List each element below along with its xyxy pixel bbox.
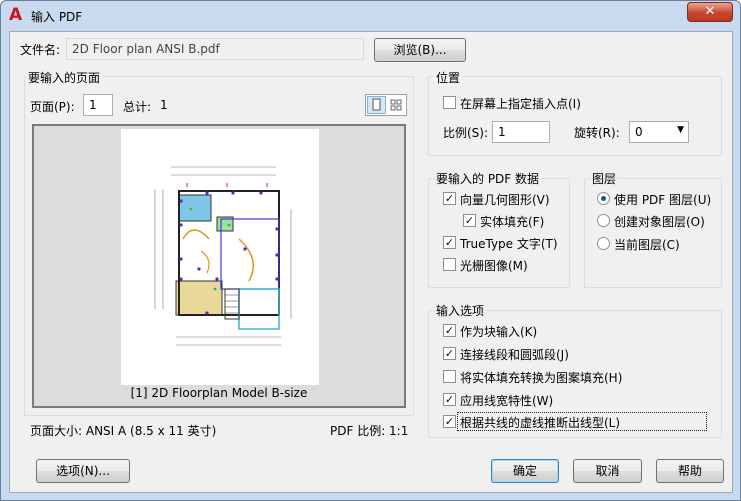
- chevron-down-icon: ▼: [677, 125, 684, 135]
- truetype-text-label: TrueType 文字(T): [460, 237, 558, 251]
- floor-plan-thumbnail: [154, 166, 292, 346]
- title-bar[interactable]: A 输入 PDF ✕: [1, 1, 740, 31]
- position-group-title: 位置: [434, 69, 463, 86]
- thumbnail-grid-icon: [390, 99, 402, 111]
- total-value: 1: [160, 98, 168, 112]
- file-name-field: 2D Floor plan ANSI B.pdf: [66, 38, 364, 60]
- pdf-scale-text: PDF 比例: 1:1: [330, 424, 409, 438]
- use-pdf-layers-radio[interactable]: [597, 192, 610, 205]
- page-size-text: 页面大小: ANSI A (8.5 x 11 英寸): [30, 424, 217, 438]
- rotation-value: 0: [635, 125, 643, 139]
- checkmark-icon: ✓: [444, 347, 455, 360]
- checkmark-icon: ✓: [444, 192, 455, 205]
- convert-fills-to-hatches-label: 将实体填充转换为图案填充(H): [460, 371, 623, 385]
- preview-sheet: [121, 129, 319, 385]
- scale-label: 比例(S):: [443, 126, 489, 140]
- checkmark-icon: ✓: [444, 236, 455, 249]
- convert-fills-to-hatches-checkbox[interactable]: [443, 370, 456, 383]
- checkmark-icon: ✓: [444, 393, 455, 406]
- checkmark-icon: ✓: [444, 324, 455, 337]
- raster-images-checkbox[interactable]: [443, 258, 456, 271]
- join-segments-checkbox[interactable]: ✓: [443, 347, 456, 360]
- pdf-data-group-title: 要输入的 PDF 数据: [434, 170, 542, 187]
- import-as-block-label: 作为块输入(K): [460, 325, 538, 339]
- import-pdf-dialog: A 输入 PDF ✕ 文件名: 2D Floor plan ANSI B.pdf…: [0, 0, 741, 501]
- solid-fill-label: 实体填充(F): [480, 215, 545, 229]
- checkmark-icon: ✓: [444, 415, 455, 428]
- layers-group-title: 图层: [590, 170, 619, 187]
- view-toggle: [365, 94, 407, 116]
- import-options-group-title: 输入选项: [434, 302, 487, 319]
- file-name-label: 文件名:: [20, 43, 61, 57]
- rotation-select[interactable]: 0 ▼: [629, 121, 689, 143]
- scale-input[interactable]: 1: [492, 121, 550, 143]
- solid-fill-checkbox[interactable]: ✓: [463, 214, 476, 227]
- infer-linetypes-label: 根据共线的虚线推断出线型(L): [460, 416, 621, 430]
- browse-button[interactable]: 浏览(B)...: [374, 38, 466, 62]
- vector-geometry-label: 向量几何图形(V): [460, 193, 550, 207]
- apply-lineweight-label: 应用线宽特性(W): [460, 394, 554, 408]
- vector-geometry-checkbox[interactable]: ✓: [443, 192, 456, 205]
- pages-group-title: 要输入的页面: [26, 69, 103, 86]
- join-segments-label: 连接线段和圆弧段(J): [460, 348, 569, 362]
- import-as-block-checkbox[interactable]: ✓: [443, 324, 456, 337]
- dialog-body: 文件名: 2D Floor plan ANSI B.pdf 浏览(B)... 要…: [9, 31, 733, 493]
- position-group: [428, 76, 722, 156]
- create-object-layers-label: 创建对象图层(O): [614, 215, 705, 229]
- page-label: 页面(P):: [30, 100, 75, 114]
- cancel-button[interactable]: 取消: [573, 459, 642, 483]
- page-number-input[interactable]: 1: [83, 94, 113, 116]
- raster-images-label: 光栅图像(M): [460, 259, 528, 273]
- specify-on-screen-label: 在屏幕上指定插入点(I): [460, 97, 581, 111]
- use-pdf-layers-label: 使用 PDF 图层(U): [614, 193, 712, 207]
- close-button[interactable]: ✕: [687, 2, 733, 22]
- specify-on-screen-checkbox[interactable]: [443, 96, 456, 109]
- autocad-logo-icon: A: [9, 5, 23, 25]
- create-object-layers-radio[interactable]: [597, 214, 610, 227]
- apply-lineweight-checkbox[interactable]: ✓: [443, 393, 456, 406]
- total-label: 总计:: [123, 100, 152, 114]
- current-layer-label: 当前图层(C): [614, 238, 680, 252]
- single-page-view-button[interactable]: [367, 96, 386, 114]
- preview-caption: [1] 2D Floorplan Model B-size: [130, 386, 308, 400]
- single-page-icon: [372, 98, 381, 111]
- options-button[interactable]: 选项(N)...: [36, 459, 130, 483]
- grid-view-button[interactable]: [387, 96, 406, 114]
- window-title: 输入 PDF: [31, 10, 83, 24]
- help-button[interactable]: 帮助: [656, 459, 724, 483]
- checkmark-icon: ✓: [464, 214, 475, 227]
- ok-button[interactable]: 确定: [491, 459, 559, 483]
- truetype-text-checkbox[interactable]: ✓: [443, 236, 456, 249]
- infer-linetypes-checkbox[interactable]: ✓: [443, 415, 456, 428]
- rotation-label: 旋转(R):: [574, 126, 620, 140]
- current-layer-radio[interactable]: [597, 237, 610, 250]
- page-preview[interactable]: [1] 2D Floorplan Model B-size: [32, 124, 406, 408]
